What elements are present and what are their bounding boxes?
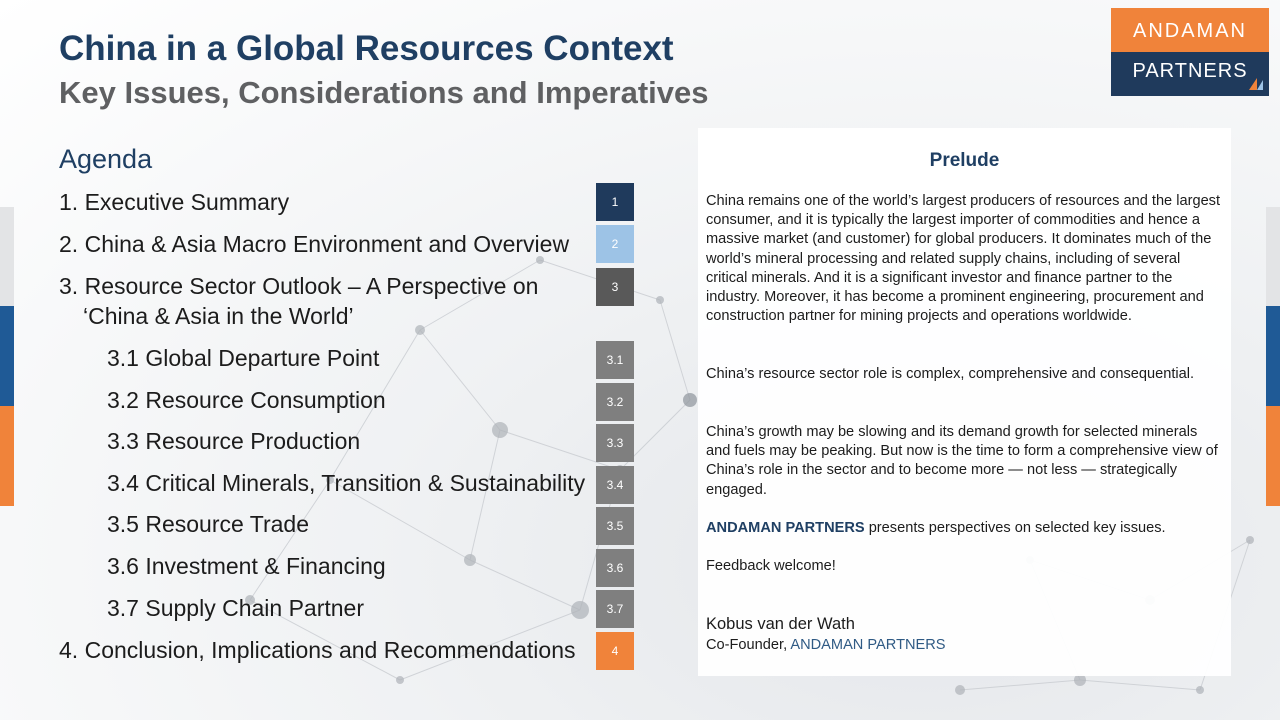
prelude-paragraph-4-text: presents perspectives on selected key is…: [864, 520, 1166, 536]
agenda-badge-3[interactable]: 3: [596, 268, 634, 306]
prelude-paragraph-1: China remains one of the world’s largest…: [706, 193, 1221, 325]
agenda-item-label-line2: ‘China & Asia in the World’: [83, 303, 354, 329]
agenda-item-3-2[interactable]: 3.2 Resource Consumption: [107, 387, 386, 414]
prelude-feedback: Feedback welcome!: [706, 558, 836, 574]
agenda-item-4[interactable]: 4. Conclusion, Implications and Recommen…: [59, 637, 576, 664]
edge-bar-right-blue: [1266, 306, 1280, 406]
agenda-item-1[interactable]: 1. Executive Summary: [59, 189, 289, 216]
prelude-panel: Prelude China remains one of the world’s…: [698, 128, 1231, 676]
logo-line2: PARTNERS: [1132, 60, 1248, 82]
agenda-item-2[interactable]: 2. China & Asia Macro Environment and Ov…: [59, 231, 569, 258]
agenda-item-3-4[interactable]: 3.4 Critical Minerals, Transition & Sust…: [107, 470, 585, 497]
agenda-item-label: China & Asia Macro Environment and Overv…: [84, 231, 570, 257]
logo-line1: ANDAMAN: [1111, 8, 1269, 52]
logo-line2-wrap: PARTNERS: [1111, 52, 1269, 96]
agenda-badge-4[interactable]: 4: [596, 632, 634, 670]
edge-bar-left-grey: [0, 207, 14, 306]
signature-role-line: Co-Founder, ANDAMAN PARTNERS: [706, 636, 1224, 655]
agenda-badge-3-6[interactable]: 3.6: [596, 549, 634, 587]
agenda-item-label: Conclusion, Implications and Recommendat…: [84, 637, 576, 663]
edge-bar-left-blue: [0, 306, 14, 406]
signature-role: Co-Founder,: [706, 637, 791, 653]
agenda-item-3-7[interactable]: 3.7 Supply Chain Partner: [107, 595, 364, 622]
agenda-badge-3-4[interactable]: 3.4: [596, 466, 634, 504]
agenda-item-label: Resource Sector Outlook – A Perspective …: [84, 273, 539, 299]
prelude-brand-name: ANDAMAN PARTNERS: [706, 520, 865, 536]
agenda-badge-3-2[interactable]: 3.2: [596, 383, 634, 421]
agenda-item-number: 3.: [59, 273, 79, 299]
agenda-item-number: 4.: [59, 637, 79, 663]
agenda-item-number: 1.: [59, 189, 79, 215]
agenda-title: Agenda: [59, 144, 153, 174]
andaman-partners-logo: ANDAMAN PARTNERS: [1111, 8, 1269, 96]
prelude-paragraph-3: China’s growth may be slowing and its de…: [706, 424, 1218, 498]
agenda-badge-2[interactable]: 2: [596, 225, 634, 263]
signature-name: Kobus van der Wath: [706, 615, 855, 633]
edge-bar-right-grey: [1266, 207, 1280, 306]
signature-company: ANDAMAN PARTNERS: [790, 637, 946, 653]
edge-bar-right-orange: [1266, 406, 1280, 506]
agenda-badge-3-3[interactable]: 3.3: [596, 424, 634, 462]
agenda-item-3-1[interactable]: 3.1 Global Departure Point: [107, 345, 379, 372]
prelude-paragraph-2: China’s resource sector role is complex,…: [706, 366, 1195, 382]
agenda-badge-3-1[interactable]: 3.1: [596, 341, 634, 379]
prelude-title: Prelude: [929, 150, 1000, 171]
page-title: China in a Global Resources Context: [59, 29, 674, 68]
agenda-badge-3-5[interactable]: 3.5: [596, 507, 634, 545]
agenda-item-3[interactable]: 3. Resource Sector Outlook – A Perspecti…: [59, 273, 538, 330]
agenda-item-3-6[interactable]: 3.6 Investment & Financing: [107, 553, 386, 580]
edge-bar-left-orange: [0, 406, 14, 506]
prelude-paragraph-4: ANDAMAN PARTNERS presents perspectives o…: [706, 519, 1224, 538]
agenda-item-label: Executive Summary: [84, 189, 290, 215]
agenda-item-number: 2.: [59, 231, 79, 257]
agenda-badge-1[interactable]: 1: [596, 183, 634, 221]
page-subtitle: Key Issues, Considerations and Imperativ…: [59, 75, 709, 110]
logo-mark-icon: [1249, 78, 1263, 90]
agenda-badge-3-7[interactable]: 3.7: [596, 590, 634, 628]
agenda-item-3-3[interactable]: 3.3 Resource Production: [107, 428, 360, 455]
agenda-item-3-5[interactable]: 3.5 Resource Trade: [107, 511, 309, 538]
